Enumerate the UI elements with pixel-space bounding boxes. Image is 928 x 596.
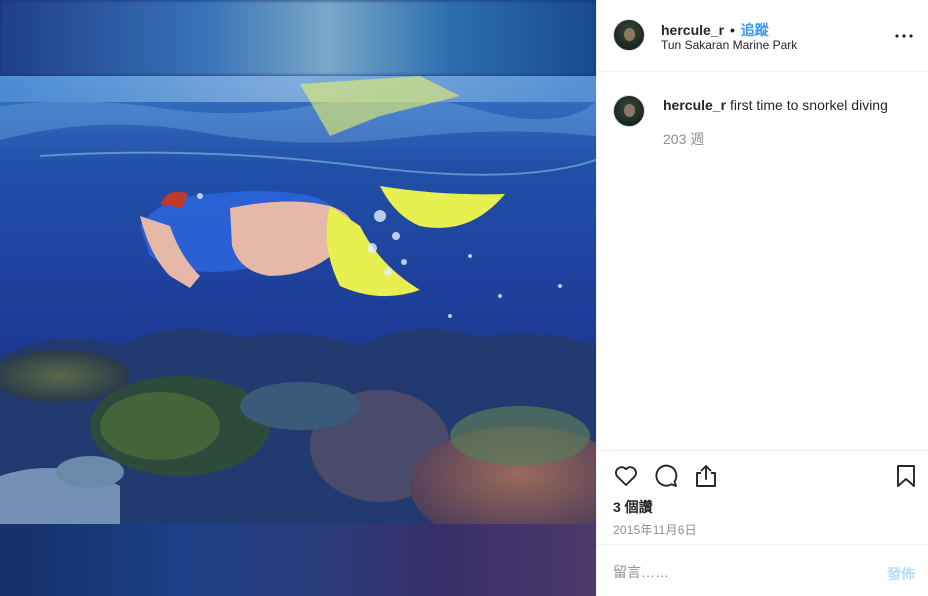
caption-age[interactable]: 203 週 (663, 129, 704, 149)
post-comment-button[interactable]: 發佈 (887, 564, 915, 584)
action-bar: 3 個讚 2015年11月6日 (597, 450, 928, 544)
share-icon[interactable] (693, 463, 719, 489)
like-count[interactable]: 3 個讚 (613, 497, 653, 517)
caption-username[interactable]: hercule_r (663, 97, 726, 113)
comment-input[interactable] (613, 562, 853, 582)
bookmark-icon[interactable] (893, 463, 919, 489)
comment-bubble-icon[interactable] (653, 463, 679, 489)
post-date[interactable]: 2015年11月6日 (613, 521, 697, 538)
author-line: hercule_r • 追蹤 (661, 20, 769, 40)
author-avatar[interactable] (613, 19, 645, 51)
author-username[interactable]: hercule_r (661, 22, 724, 38)
snorkel-photo-illustration (0, 76, 596, 524)
caption-text: first time to snorkel diving (729, 97, 888, 113)
caption: hercule_r first time to snorkel diving (663, 96, 913, 114)
location-link[interactable]: Tun Sakaran Marine Park (661, 38, 797, 52)
media-blur-top (0, 0, 596, 76)
post-sidebar: hercule_r • 追蹤 Tun Sakaran Marine Park h… (596, 0, 928, 596)
post-header: hercule_r • 追蹤 Tun Sakaran Marine Park (597, 0, 928, 72)
heart-icon[interactable] (613, 463, 639, 489)
more-options-icon[interactable] (892, 24, 916, 48)
post-photo[interactable] (0, 76, 596, 524)
separator-dot: • (729, 22, 735, 38)
media-blur-bottom (0, 524, 596, 596)
caption-avatar[interactable] (613, 95, 645, 127)
comments-area: hercule_r first time to snorkel diving 2… (597, 72, 928, 450)
post-media[interactable] (0, 0, 596, 596)
follow-button[interactable]: 追蹤 (741, 22, 769, 38)
comment-composer: 發佈 (597, 544, 928, 596)
